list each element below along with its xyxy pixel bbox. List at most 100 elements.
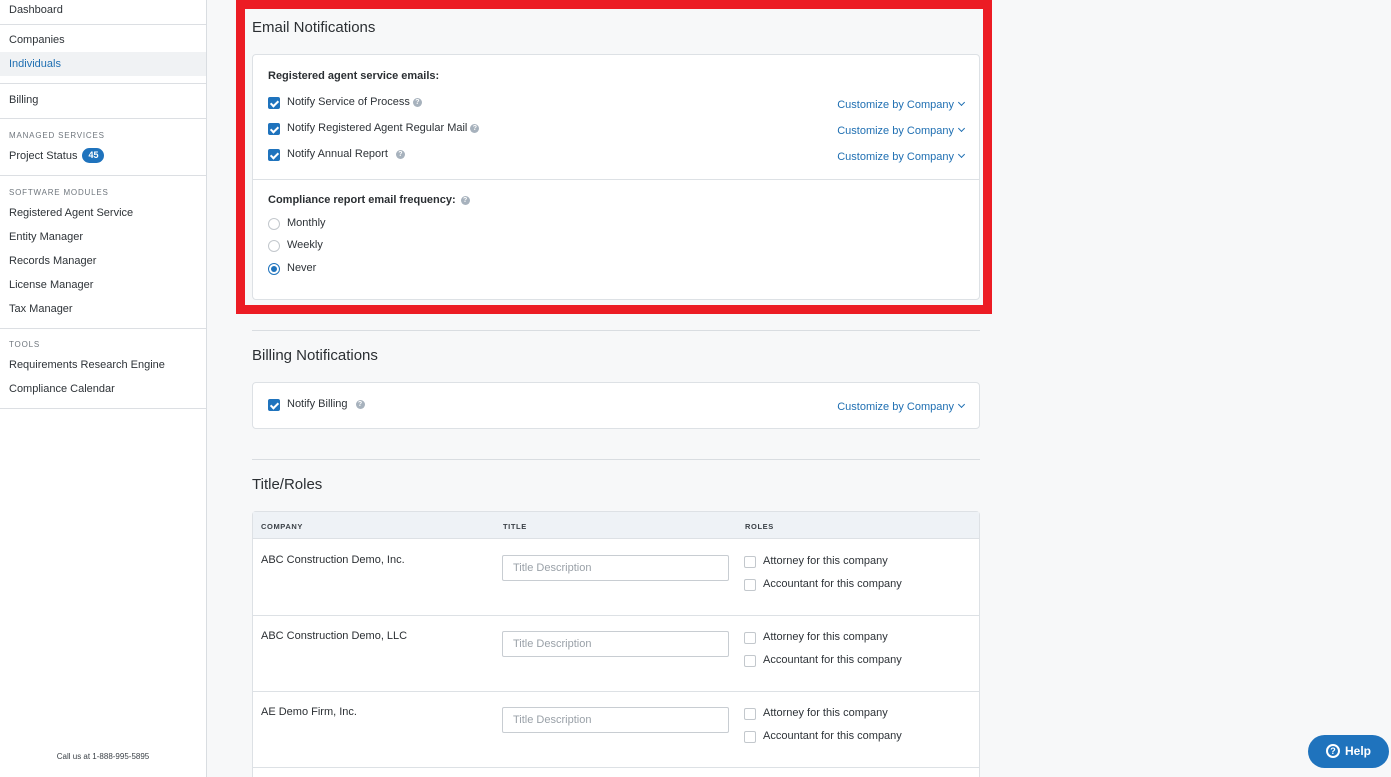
frequency-never-label: Never [287,262,317,274]
attorney-checkbox[interactable] [744,632,756,644]
help-icon[interactable]: ? [412,98,422,107]
notify-sop-checkbox[interactable] [268,97,280,109]
frequency-heading-text: Compliance report email frequency: [268,194,456,206]
accountant-checkbox[interactable] [744,655,756,667]
sidebar-divider [0,118,206,119]
chevron-down-icon [957,124,966,133]
accountant-checkbox[interactable] [744,579,756,591]
chevron-down-icon [957,400,966,409]
chevron-down-icon [957,150,966,159]
table-row: AE Demo Firm, Inc. Attorney for this com… [253,692,979,768]
sidebar-divider [0,83,206,84]
support-phone-text: Call us at 1-888-995-5895 [56,752,150,761]
column-header-company: COMPANY [261,522,303,531]
sidebar-item-dashboard[interactable]: Dashboard [0,0,206,22]
email-notifications-title: Email Notifications [252,19,376,36]
accountant-checkbox[interactable] [744,731,756,743]
help-icon[interactable]: ? [470,124,480,133]
sidebar-divider [0,24,206,25]
notify-ra-mail-checkbox[interactable] [268,123,280,135]
title-roles-table: COMPANY TITLE ROLES ABC Construction Dem… [252,511,980,777]
billing-notifications-title: Billing Notifications [252,347,378,364]
sidebar-item-license-manager[interactable]: License Manager [0,273,206,297]
highlight-annotation-top [236,0,992,9]
frequency-monthly-label: Monthly [287,217,326,229]
notify-annual-report-label: Notify Annual Report? [287,148,405,160]
table-header: COMPANY TITLE ROLES [253,512,979,539]
help-button-label: Help [1344,744,1371,758]
title-roles-title: Title/Roles [252,476,323,493]
section-divider [252,330,980,331]
customize-annual-report-link[interactable]: Customize by Company [837,150,966,163]
notify-annual-report-checkbox[interactable] [268,149,280,161]
title-description-input[interactable] [502,631,729,657]
sidebar-item-registered-agent-service[interactable]: Registered Agent Service [0,201,206,225]
sidebar-item-project-status[interactable]: Project Status 45 [0,144,206,168]
notify-billing-checkbox[interactable] [268,399,280,411]
option-text: Notify Registered Agent Regular Mail [287,122,468,134]
sidebar: Dashboard Companies Individuals Billing … [0,0,207,777]
column-header-roles: ROLES [745,522,774,531]
option-text: Notify Billing [287,398,348,410]
title-description-input[interactable] [502,707,729,733]
ra-emails-heading: Registered agent service emails: [268,70,440,82]
sidebar-item-compliance-calendar[interactable]: Compliance Calendar [0,377,206,401]
customize-ra-mail-link[interactable]: Customize by Company [837,124,966,137]
sidebar-divider [0,175,206,176]
accountant-label: Accountant for this company [763,654,902,666]
project-status-count-badge: 45 [82,148,105,163]
notify-billing-label: Notify Billing? [287,398,365,410]
sidebar-section-managed-services: MANAGED SERVICES [9,131,105,140]
sidebar-item-requirements-research-engine[interactable]: Requirements Research Engine [0,353,206,377]
sidebar-item-label: Project Status [9,150,78,162]
sidebar-item-entity-manager[interactable]: Entity Manager [0,225,206,249]
help-icon[interactable]: ? [460,196,470,205]
title-description-input[interactable] [502,555,729,581]
accountant-label: Accountant for this company [763,730,902,742]
section-divider [252,459,980,460]
notify-ra-mail-label: Notify Registered Agent Regular Mail? [287,122,480,134]
sidebar-section-tools: TOOLS [9,340,40,349]
option-text: Notify Annual Report [287,148,388,160]
help-icon[interactable]: ? [355,400,365,409]
company-name: AE Demo Firm, Inc. [261,706,357,718]
chevron-down-icon [957,98,966,107]
help-button[interactable]: ? Help [1308,735,1389,768]
column-header-title: TITLE [503,522,527,531]
customize-text: Customize by Company [837,151,954,163]
help-icon[interactable]: ? [395,150,405,159]
sidebar-item-companies[interactable]: Companies [0,28,206,52]
attorney-checkbox[interactable] [744,556,756,568]
attorney-checkbox[interactable] [744,708,756,720]
frequency-heading: Compliance report email frequency:? [268,194,470,206]
sidebar-item-records-manager[interactable]: Records Manager [0,249,206,273]
card-divider [253,179,979,180]
customize-sop-link[interactable]: Customize by Company [837,98,966,111]
frequency-never-radio[interactable] [268,263,280,275]
question-icon: ? [1325,744,1340,758]
customize-billing-link[interactable]: Customize by Company [837,400,966,413]
customize-text: Customize by Company [837,401,954,413]
notify-sop-label: Notify Service of Process? [287,96,422,108]
attorney-label: Attorney for this company [763,555,888,567]
sidebar-item-individuals[interactable]: Individuals [0,52,206,76]
table-row: ABC Construction Demo, LLC Attorney for … [253,616,979,692]
sidebar-item-billing[interactable]: Billing [0,88,206,112]
billing-notifications-card: Notify Billing? Customize by Company [252,382,980,429]
sidebar-divider [0,328,206,329]
frequency-monthly-radio[interactable] [268,218,280,230]
attorney-label: Attorney for this company [763,707,888,719]
sidebar-section-software-modules: SOFTWARE MODULES [9,188,109,197]
option-text: Notify Service of Process [287,96,410,108]
frequency-weekly-radio[interactable] [268,240,280,252]
customize-text: Customize by Company [837,99,954,111]
frequency-weekly-label: Weekly [287,239,323,251]
company-name: ABC Construction Demo, LLC [261,630,408,642]
accountant-label: Accountant for this company [763,578,902,590]
customize-text: Customize by Company [837,125,954,137]
sidebar-divider [0,408,206,409]
email-notifications-card: Registered agent service emails: Notify … [252,54,980,300]
company-name: ABC Construction Demo, Inc. [261,554,405,566]
attorney-label: Attorney for this company [763,631,888,643]
sidebar-item-tax-manager[interactable]: Tax Manager [0,297,206,321]
